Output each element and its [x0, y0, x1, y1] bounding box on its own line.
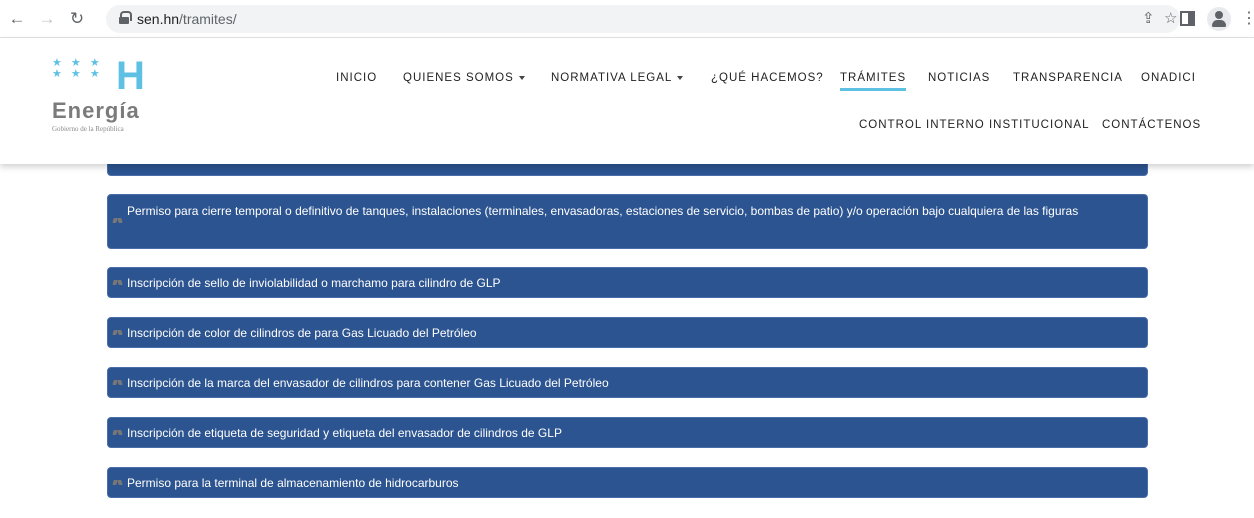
- stars-icon: ★ ★ ★ ★ ★ ★: [52, 57, 103, 80]
- site-logo[interactable]: ★ ★ ★ ★ ★ ★ H Energía Gobierno de la Repú…: [52, 54, 172, 138]
- tramite-item[interactable]: Inscripción de sello de inviolabilidad o…: [107, 267, 1148, 298]
- expand-icon: [113, 280, 124, 289]
- kebab-menu-icon[interactable]: ⋮: [1241, 8, 1254, 28]
- back-arrow-icon[interactable]: ←: [6, 8, 28, 30]
- side-panel-icon[interactable]: [1180, 11, 1195, 26]
- menu-control-interno[interactable]: CONTROL INTERNO INSTITUCIONAL: [859, 119, 1089, 131]
- forward-arrow-icon[interactable]: →: [36, 8, 58, 30]
- menu-contactenos[interactable]: CONTÁCTENOS: [1102, 119, 1201, 131]
- browser-toolbar: ← → ↻ sen.hn/tramites/ ⇪ ☆ ⋮: [0, 0, 1254, 38]
- menu-inicio[interactable]: INICIO: [336, 72, 377, 84]
- site-header: ★ ★ ★ ★ ★ ★ H Energía Gobierno de la Repú…: [0, 38, 1254, 164]
- menu-normativa-legal[interactable]: NORMATIVA LEGAL: [551, 72, 684, 84]
- menu-transparencia[interactable]: TRANSPARENCIA: [1013, 72, 1123, 84]
- menu-onadici[interactable]: ONADICI: [1141, 72, 1196, 84]
- logo-mark: H: [116, 54, 145, 98]
- logo-subtitle: Gobierno de la República: [52, 125, 124, 133]
- caret-down-icon: [677, 75, 684, 80]
- active-underline: [840, 88, 907, 91]
- tramite-item[interactable]: Inscripción de la marca del envasador de…: [107, 367, 1148, 398]
- lock-icon: [119, 11, 132, 24]
- expand-icon: [113, 480, 124, 489]
- profile-avatar-icon[interactable]: [1207, 7, 1231, 31]
- url-text: sen.hn/tramites/: [137, 11, 237, 27]
- tramite-item[interactable]: Permiso para la terminal de almacenamien…: [107, 467, 1148, 498]
- expand-icon: [113, 218, 124, 227]
- menu-noticias[interactable]: NOTICIAS: [928, 72, 990, 84]
- share-icon[interactable]: ⇪: [1142, 9, 1155, 27]
- logo-title: Energía: [52, 98, 140, 123]
- expand-icon: [113, 380, 124, 389]
- tramite-item[interactable]: Inscripción de etiqueta de seguridad y e…: [107, 417, 1148, 448]
- menu-tramites[interactable]: TRÁMITES: [840, 72, 907, 91]
- bookmark-star-icon[interactable]: ☆: [1164, 9, 1177, 27]
- address-bar[interactable]: sen.hn/tramites/ ⇪ ☆: [106, 5, 1180, 33]
- tramite-item[interactable]: Permiso para cierre temporal o definitiv…: [107, 194, 1148, 249]
- expand-icon: [113, 330, 124, 339]
- menu-que-hacemos[interactable]: ¿QUÉ HACEMOS?: [711, 72, 824, 84]
- tramite-item[interactable]: Inscripción de color de cilindros de par…: [107, 317, 1148, 348]
- reload-icon[interactable]: ↻: [66, 8, 88, 30]
- expand-icon: [113, 430, 124, 439]
- caret-down-icon: [518, 75, 525, 80]
- menu-quienes-somos[interactable]: QUIENES SOMOS: [403, 72, 525, 84]
